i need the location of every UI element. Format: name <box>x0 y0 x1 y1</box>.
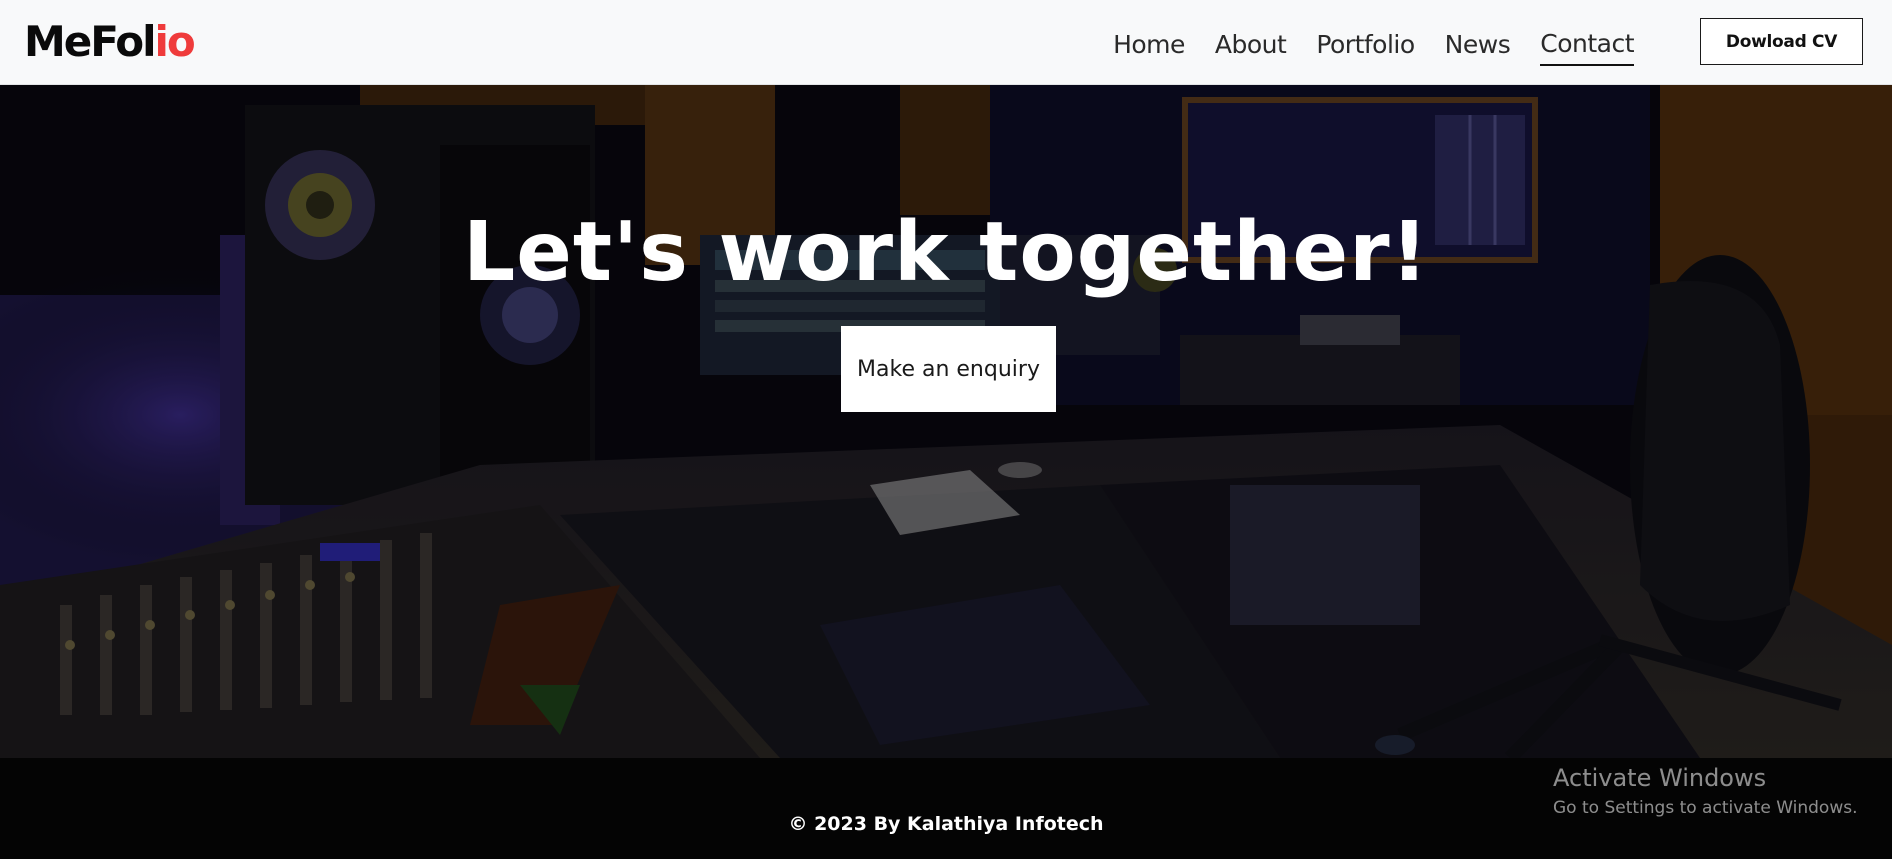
nav-link-news[interactable]: News <box>1445 20 1511 65</box>
nav-link-home[interactable]: Home <box>1113 20 1185 65</box>
hero-title: Let's work together! <box>462 205 1429 300</box>
logo-accent-text: io <box>154 17 196 66</box>
main-nav: Home About Portfolio News Contact <box>1113 0 1634 85</box>
hero-section: Let's work together! Make an enquiry <box>0 85 1892 758</box>
navbar: MeFolio Home About Portfolio News Contac… <box>0 0 1892 85</box>
logo-main-text: MeFol <box>24 17 157 66</box>
windows-activation-watermark: Activate Windows Go to Settings to activ… <box>1553 762 1858 820</box>
hero-dark-overlay <box>0 85 1892 758</box>
nav-link-contact[interactable]: Contact <box>1540 19 1634 66</box>
activate-windows-title: Activate Windows <box>1553 764 1767 792</box>
download-cv-button[interactable]: Dowload CV <box>1700 18 1863 65</box>
nav-link-about[interactable]: About <box>1215 20 1287 65</box>
nav-link-portfolio[interactable]: Portfolio <box>1316 20 1415 65</box>
activate-windows-subtitle: Go to Settings to activate Windows. <box>1553 798 1858 818</box>
site-logo[interactable]: MeFolio <box>24 17 196 67</box>
make-enquiry-button[interactable]: Make an enquiry <box>841 326 1056 412</box>
